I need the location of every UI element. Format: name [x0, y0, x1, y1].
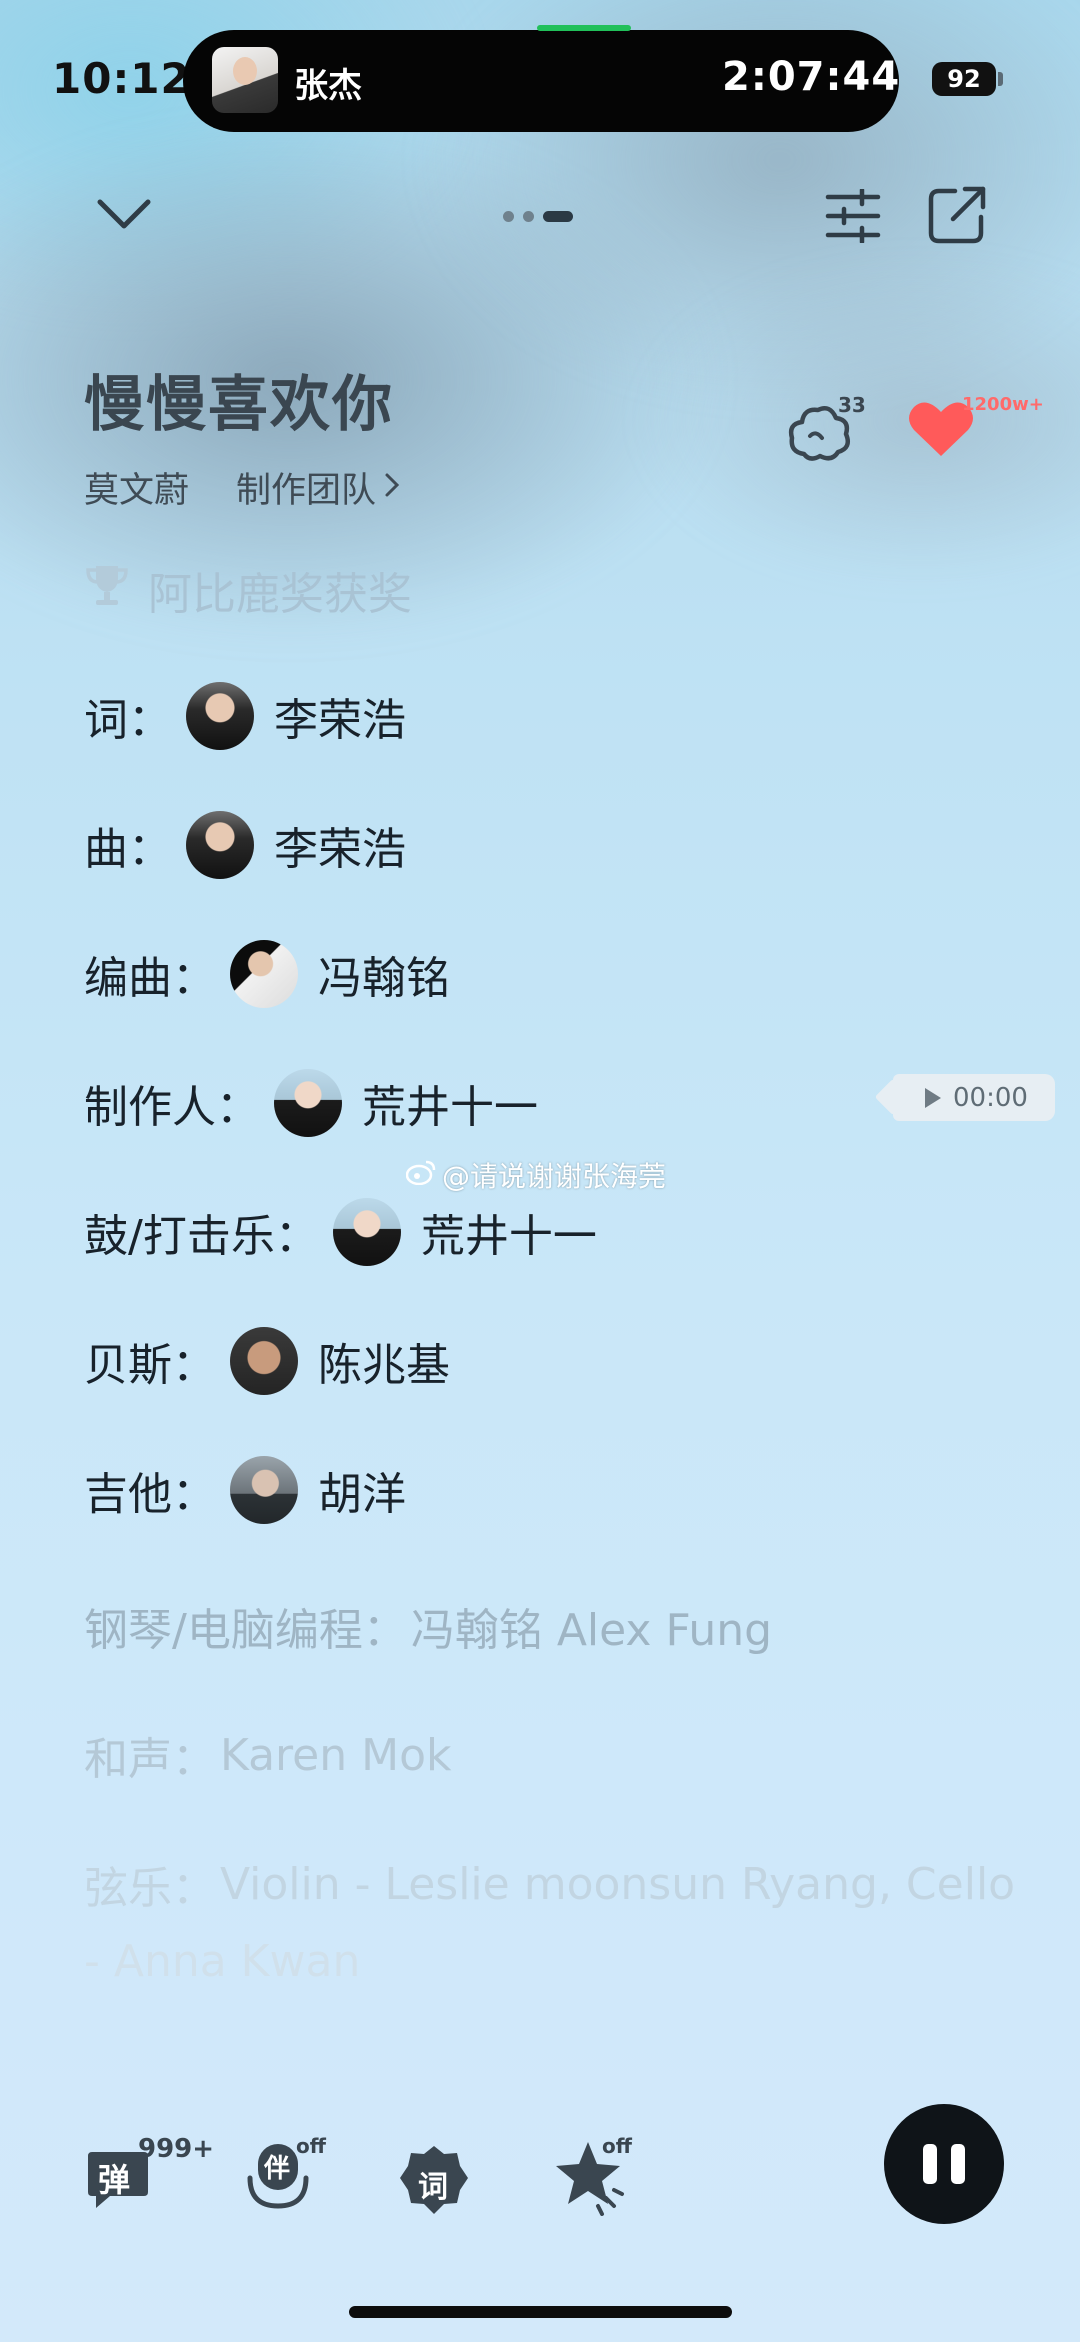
credit-role: 钢琴/电脑编程：: [84, 1605, 407, 1656]
danmaku-count-badge: 999+: [138, 2134, 215, 2164]
credit-name: 李荣浩: [274, 824, 406, 875]
credit-row-backing-vocals: 和声： Karen Mok: [84, 1723, 451, 1787]
sliders-icon[interactable]: [822, 186, 884, 246]
credit-name: 李荣浩: [274, 695, 406, 746]
credit-row-strings: 弦乐： Violin - Leslie moonsun Ryang, Cello: [84, 1852, 1015, 1916]
credit-role: 鼓/打击乐：: [84, 1211, 319, 1262]
pause-icon-bar-left: [923, 2144, 937, 2184]
trophy-icon: [84, 562, 130, 619]
singer-link[interactable]: 莫文蔚: [84, 462, 189, 513]
island-artist-name: 张杰: [294, 66, 362, 106]
effect-state: off: [602, 2134, 632, 2158]
comment-count: 33: [838, 393, 866, 417]
credit-name: 胡洋: [318, 1469, 406, 1520]
credit-name: Karen Mok: [220, 1729, 452, 1781]
song-title: 慢慢喜欢你: [84, 370, 394, 440]
pause-button[interactable]: [884, 2104, 1004, 2224]
accompany-label: 伴: [264, 2154, 291, 2184]
danmaku-label: 弹: [98, 2161, 131, 2199]
accompany-state: off: [296, 2134, 326, 2158]
credit-row-drums[interactable]: 鼓/打击乐： 荒井十一: [84, 1198, 597, 1266]
credit-role: 弦乐：: [84, 1863, 216, 1914]
status-time: 10:12: [52, 54, 191, 103]
credit-row-composer[interactable]: 曲： 李荣浩: [84, 811, 406, 879]
credit-name: Violin - Leslie moonsun Ryang, Cello: [220, 1858, 1016, 1910]
avatar: [274, 1069, 342, 1137]
lyrics-label: 词: [418, 2170, 448, 2205]
credit-name-continued: - Anna Kwan: [84, 1936, 361, 1987]
page-indicator[interactable]: [503, 211, 573, 222]
island-artist-avatar: [212, 47, 278, 113]
credit-row-arranger[interactable]: 编曲： 冯翰铭: [84, 940, 450, 1008]
credit-role: 和声：: [84, 1734, 216, 1785]
avatar: [230, 1327, 298, 1395]
watermark-text: @请说谢谢张海莞: [442, 1160, 667, 1193]
chevron-down-icon[interactable]: [92, 190, 156, 240]
credit-name: 荒井十一: [420, 1211, 597, 1262]
credit-name: 冯翰铭 Alex Fung: [410, 1605, 773, 1656]
preview-time: 00:00: [953, 1082, 1028, 1113]
page-dot-active: [543, 211, 573, 222]
play-icon: [923, 1086, 943, 1117]
battery-level: 92: [932, 62, 996, 96]
avatar: [230, 940, 298, 1008]
watermark: @请说谢谢张海莞: [405, 1155, 667, 1195]
credit-role: 制作人：: [84, 1082, 260, 1133]
award-label: 阿比鹿奖获奖: [148, 569, 412, 620]
credit-role: 词：: [84, 695, 172, 746]
preview-play-button[interactable]: 00:00: [893, 1074, 1055, 1121]
island-timer: 2:07:44: [722, 54, 901, 100]
lyrics-button[interactable]: 词: [398, 2140, 478, 2220]
credit-row-lyricist[interactable]: 词： 李荣浩: [84, 682, 406, 750]
page-dot: [523, 211, 534, 222]
production-team-link[interactable]: 制作团队: [236, 462, 400, 513]
credit-name: 冯翰铭: [318, 953, 450, 1004]
credit-row-piano: 钢琴/电脑编程： 冯翰铭 Alex Fung: [84, 1594, 772, 1658]
weibo-icon: [405, 1159, 436, 1192]
home-indicator[interactable]: [349, 2306, 732, 2318]
production-team-label: 制作团队: [236, 471, 377, 511]
credit-name: 陈兆基: [318, 1340, 450, 1391]
credit-role: 编曲：: [84, 953, 216, 1004]
credit-role: 曲：: [84, 824, 172, 875]
page-dot: [503, 211, 514, 222]
credit-role: 贝斯：: [84, 1340, 216, 1391]
award-row[interactable]: 阿比鹿奖获奖: [84, 558, 412, 622]
like-count: 1200w+: [962, 394, 1044, 415]
credit-role: 吉他：: [84, 1469, 216, 1520]
avatar: [230, 1456, 298, 1524]
share-icon[interactable]: [924, 182, 990, 248]
credit-row-strings-continued: - Anna Kwan: [84, 1936, 360, 1987]
credit-row-bass[interactable]: 贝斯： 陈兆基: [84, 1327, 450, 1395]
avatar: [186, 811, 254, 879]
avatar: [186, 682, 254, 750]
avatar: [332, 1198, 401, 1266]
island-progress-indicator: [537, 25, 631, 31]
chevron-right-icon: [384, 468, 400, 508]
pause-icon-bar-right: [951, 2144, 965, 2184]
credit-name: 荒井十一: [362, 1082, 538, 1133]
battery-tip: [998, 72, 1003, 86]
credit-row-producer[interactable]: 制作人： 荒井十一: [84, 1069, 538, 1137]
credit-row-guitar[interactable]: 吉他： 胡洋: [84, 1456, 406, 1524]
